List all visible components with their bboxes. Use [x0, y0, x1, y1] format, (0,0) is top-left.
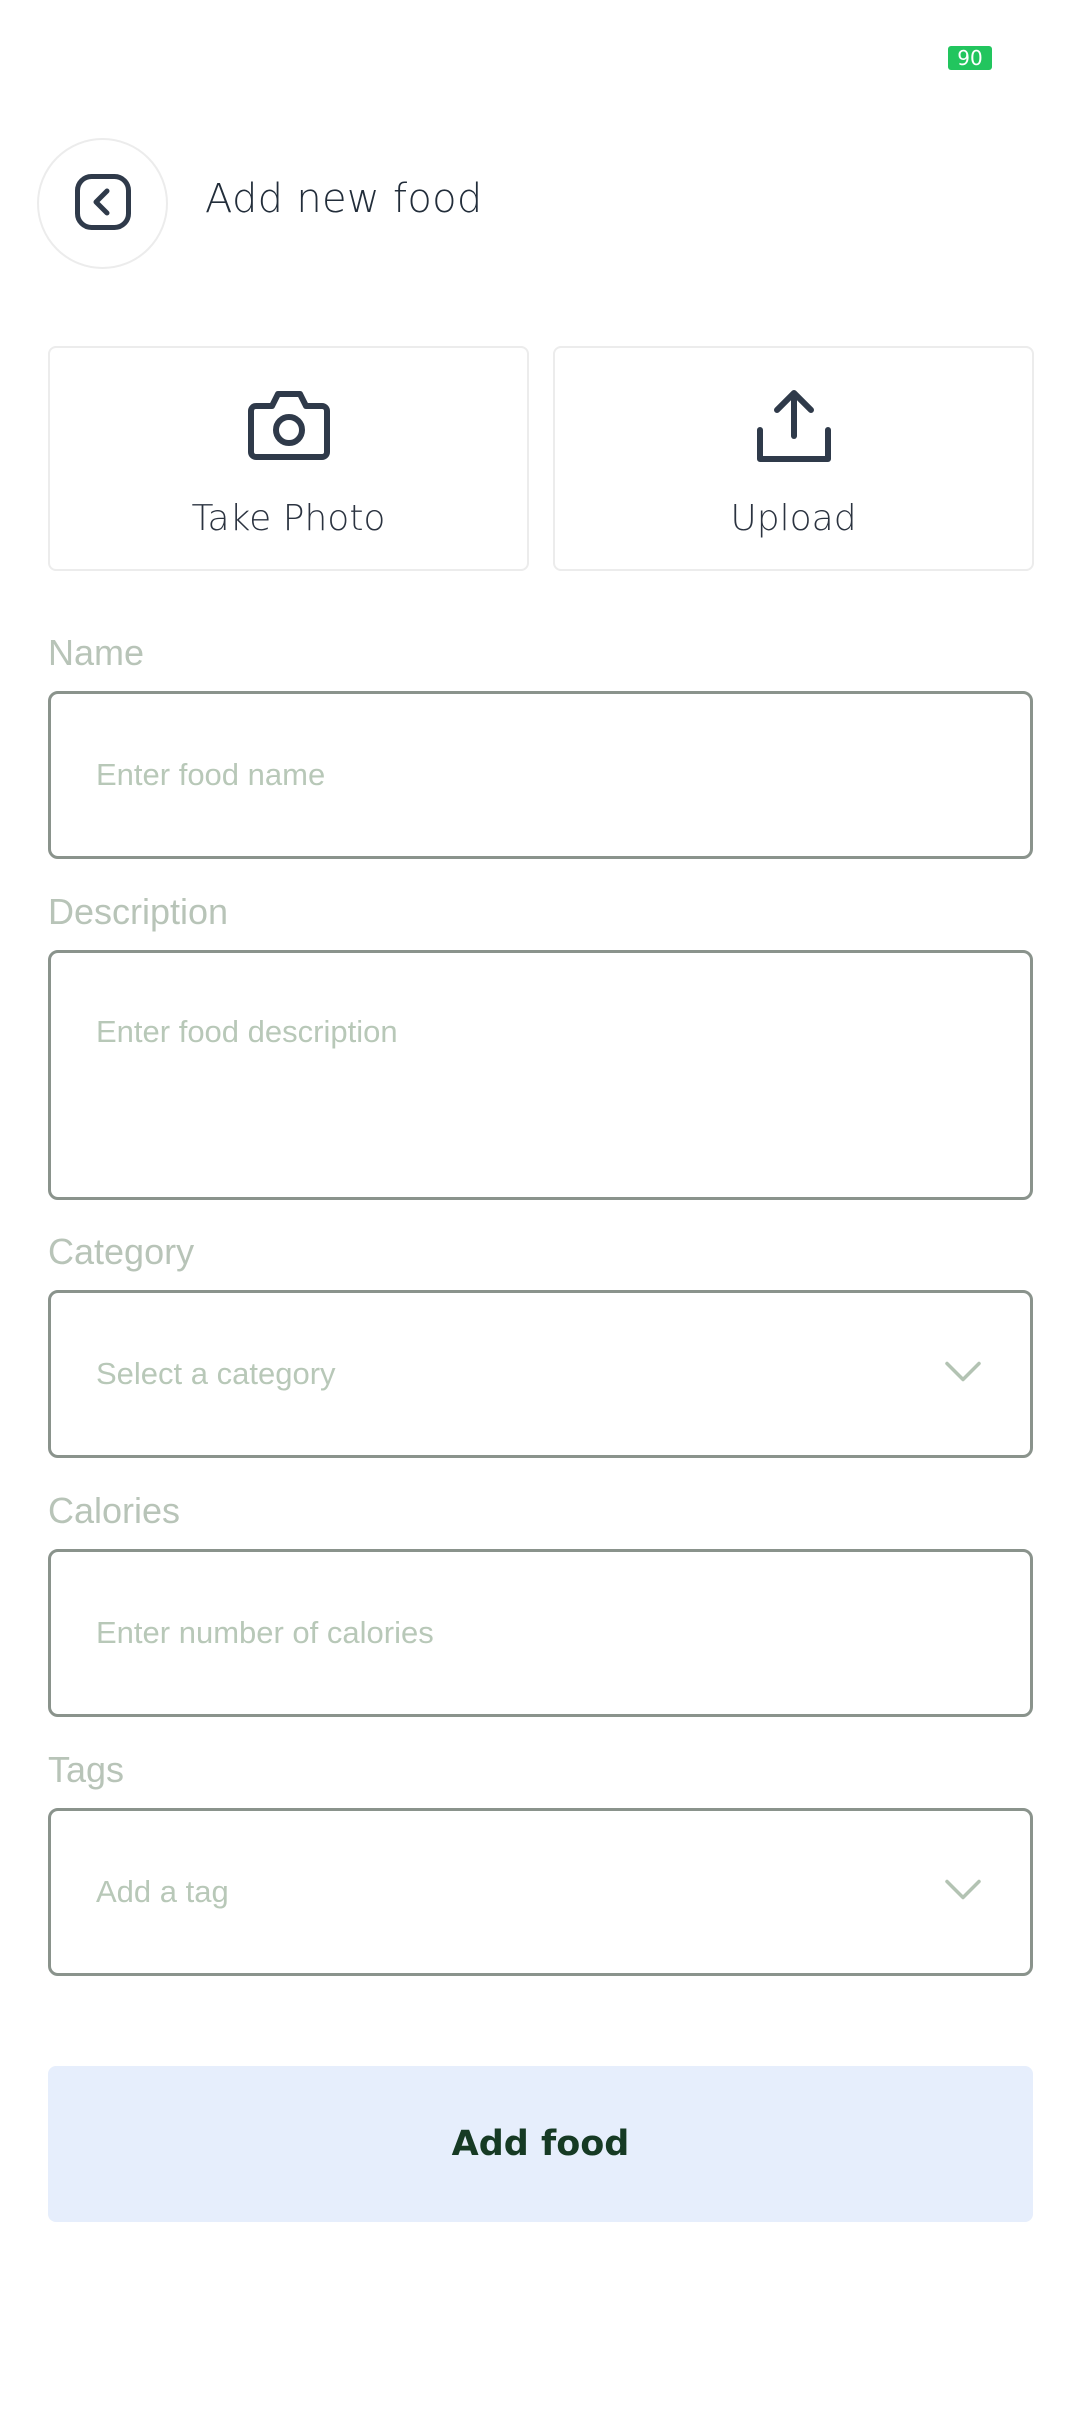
chevron-down-icon — [944, 1879, 982, 1906]
tags-label: Tags — [48, 1749, 125, 1790]
take-photo-label: Take Photo — [191, 498, 386, 539]
upload-icon — [555, 388, 1032, 464]
header: Add new food — [0, 136, 1080, 272]
chevron-left-square-icon — [74, 173, 132, 234]
status-bar: 90 — [0, 0, 1080, 110]
calories-label: Calories — [48, 1490, 181, 1531]
add-food-button[interactable]: Add food — [48, 2066, 1033, 2222]
name-field-container — [48, 691, 1033, 859]
food-name-input[interactable] — [51, 694, 1030, 856]
upload-label: Upload — [730, 498, 857, 539]
take-photo-button[interactable]: Take Photo — [48, 346, 529, 571]
calories-input[interactable] — [51, 1552, 1030, 1714]
category-placeholder: Select a category — [96, 1356, 336, 1391]
chevron-down-icon — [944, 1361, 982, 1388]
description-label: Description — [48, 891, 229, 932]
description-field-container — [48, 950, 1033, 1200]
page-title: Add new food — [205, 176, 483, 222]
category-label: Category — [48, 1231, 195, 1272]
tags-select[interactable]: Add a tag — [48, 1808, 1033, 1976]
upload-button[interactable]: Upload — [553, 346, 1034, 571]
category-select[interactable]: Select a category — [48, 1290, 1033, 1458]
food-description-input[interactable] — [51, 953, 1030, 1197]
calories-field-container — [48, 1549, 1033, 1717]
camera-icon — [50, 388, 527, 460]
name-label: Name — [48, 632, 145, 673]
battery-indicator: 90 — [948, 46, 992, 70]
tags-placeholder: Add a tag — [96, 1874, 229, 1909]
back-button[interactable] — [37, 138, 168, 269]
